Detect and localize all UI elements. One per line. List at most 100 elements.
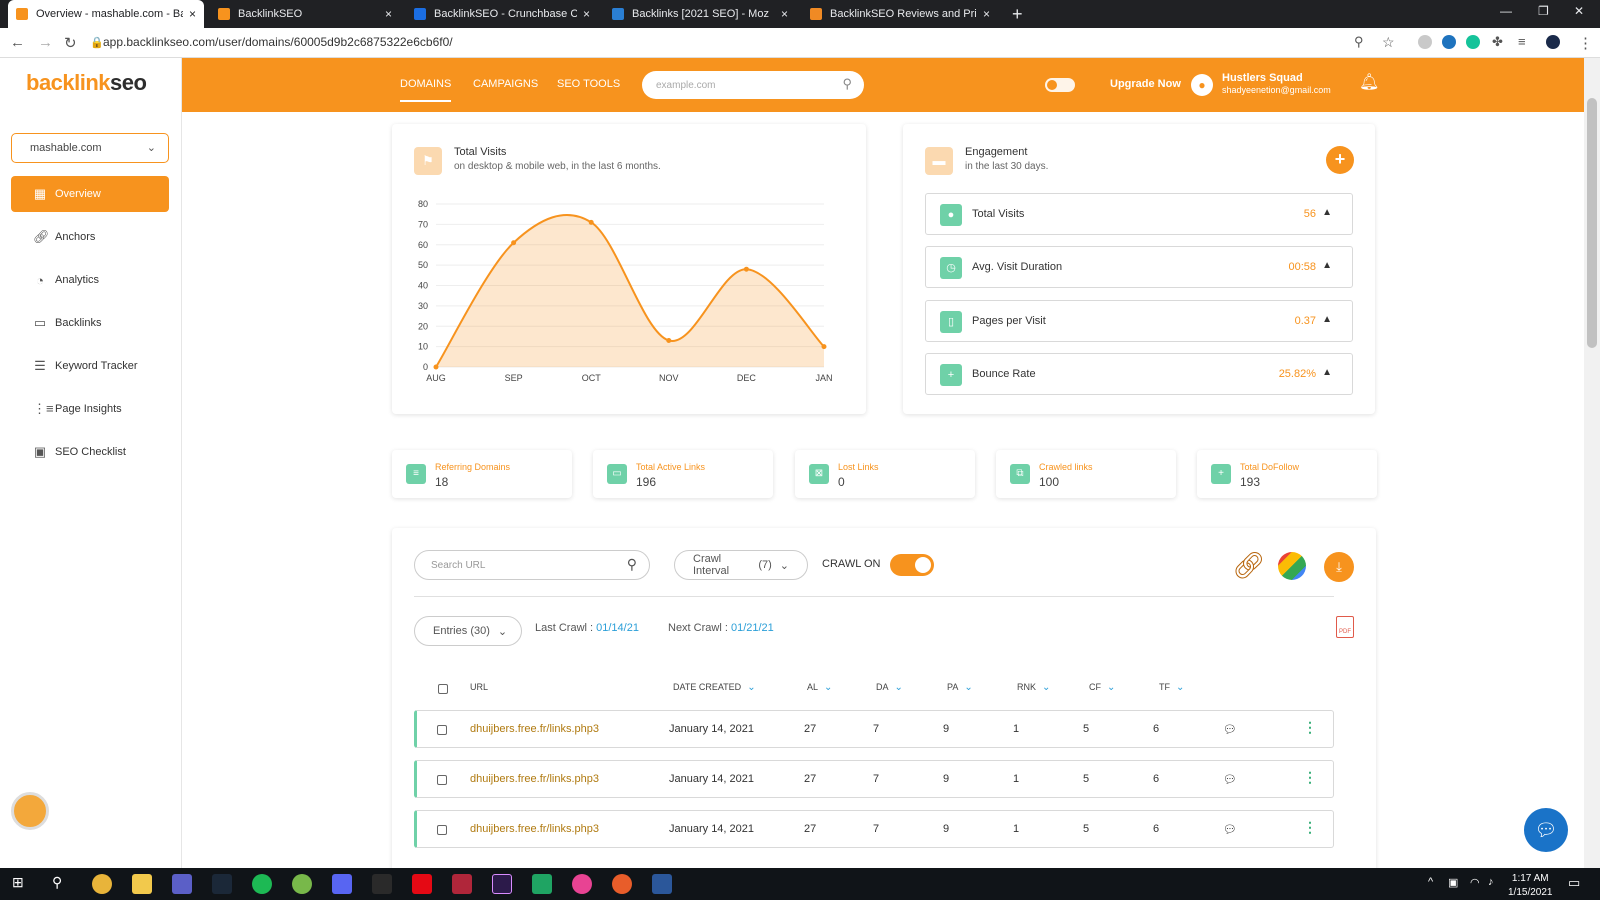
- theme-toggle[interactable]: [1045, 78, 1075, 92]
- steam-icon[interactable]: [212, 874, 232, 894]
- crawl-toggle[interactable]: [890, 554, 934, 576]
- sidebar-item-anchors[interactable]: 🔗︎ Anchors: [11, 219, 169, 255]
- more-options-icon[interactable]: ⋮: [1303, 719, 1317, 736]
- download-icon[interactable]: ⤓: [1324, 552, 1354, 582]
- back-icon[interactable]: ←: [10, 34, 25, 51]
- user-icon[interactable]: ●: [1191, 74, 1213, 96]
- add-icon[interactable]: +: [1326, 146, 1354, 174]
- close-tab-icon[interactable]: ×: [189, 7, 196, 21]
- app-icon[interactable]: [612, 874, 632, 894]
- row-checkbox[interactable]: [437, 725, 447, 735]
- upgrade-now-link[interactable]: Upgrade Now: [1110, 78, 1181, 90]
- col-header-al[interactable]: AL ⌄: [807, 682, 832, 693]
- word-icon[interactable]: [652, 874, 672, 894]
- sidebar-item-seo-checklist[interactable]: ▣ SEO Checklist: [11, 434, 169, 470]
- puzzle-icon[interactable]: ✤: [1492, 34, 1503, 50]
- comment-icon[interactable]: 💬︎: [1223, 723, 1237, 736]
- app-icon[interactable]: [452, 874, 472, 894]
- new-tab-button[interactable]: +: [1012, 4, 1023, 24]
- premiere-icon[interactable]: [492, 874, 512, 894]
- sidebar-item-backlinks[interactable]: ▭ Backlinks: [11, 305, 169, 341]
- netflix-icon[interactable]: [412, 874, 432, 894]
- search-url-input[interactable]: Search URL ⚲: [414, 550, 650, 580]
- col-header-pa[interactable]: PA ⌄: [947, 682, 973, 693]
- nav-domains[interactable]: DOMAINS: [400, 78, 452, 102]
- metric-row-avg-visit-duration[interactable]: ◷ Avg. Visit Duration 00:58 ▲: [925, 246, 1353, 288]
- notification-icon[interactable]: ▭: [1568, 875, 1580, 891]
- bell-icon[interactable]: 🔔︎: [1359, 72, 1379, 92]
- close-tab-icon[interactable]: ×: [781, 7, 788, 21]
- pdf-export-icon[interactable]: PDF: [1336, 616, 1354, 638]
- close-tab-icon[interactable]: ×: [583, 7, 590, 21]
- col-header-da[interactable]: DA ⌄: [876, 682, 903, 693]
- more-options-icon[interactable]: ⋮: [1303, 819, 1317, 836]
- discord-icon[interactable]: [332, 874, 352, 894]
- browser-tab[interactable]: Backlinks [2021 SEO] - Moz ×: [604, 0, 796, 28]
- google-maps-icon[interactable]: [1278, 552, 1306, 580]
- teams-icon[interactable]: [172, 874, 192, 894]
- user-name[interactable]: Hustlers Squad: [1222, 72, 1303, 84]
- wifi-icon[interactable]: ◠: [1470, 876, 1480, 889]
- more-options-icon[interactable]: ⋮: [1303, 769, 1317, 786]
- chat-widget-button[interactable]: 💬︎: [1524, 808, 1568, 852]
- nav-campaigns[interactable]: CAMPAIGNS: [473, 78, 538, 90]
- metric-row-total-visits[interactable]: ● Total Visits 56 ▲: [925, 193, 1353, 235]
- sidebar-item-overview[interactable]: ▦ Overview: [11, 176, 169, 212]
- reload-icon[interactable]: ↻: [64, 34, 77, 52]
- star-icon[interactable]: ☆: [1382, 34, 1395, 51]
- menu-icon[interactable]: ⋮: [1578, 34, 1593, 52]
- row-url-link[interactable]: dhuijbers.free.fr/links.php3: [470, 823, 599, 835]
- metric-row-bounce-rate[interactable]: + Bounce Rate 25.82% ▲: [925, 353, 1353, 395]
- link-icon[interactable]: 🔗︎: [1232, 550, 1265, 581]
- select-all-checkbox[interactable]: [438, 684, 448, 694]
- col-header-rnk[interactable]: RNK ⌄: [1017, 682, 1050, 693]
- sidebar-item-page-insights[interactable]: ⋮≡ Page Insights: [11, 391, 169, 427]
- search-icon[interactable]: ⚲: [52, 874, 62, 891]
- scrollbar-thumb[interactable]: [1587, 98, 1597, 348]
- col-header-date-created[interactable]: DATE CREATED ⌄: [673, 682, 756, 693]
- logo[interactable]: backlinkseo: [26, 70, 147, 96]
- browser-tab[interactable]: BacklinkSEO - Crunchbase Comp ×: [406, 0, 598, 28]
- row-checkbox[interactable]: [437, 825, 447, 835]
- row-url-link[interactable]: dhuijbers.free.fr/links.php3: [470, 773, 599, 785]
- profile-icon[interactable]: [1546, 35, 1560, 49]
- metric-row-pages-per-visit[interactable]: ▯ Pages per Visit 0.37 ▲: [925, 300, 1353, 342]
- browser-tab[interactable]: BacklinkSEO ×: [210, 0, 400, 28]
- sidebar-item-keyword-tracker[interactable]: ☰ Keyword Tracker: [11, 348, 169, 384]
- tray-app-icon[interactable]: ▣: [1448, 876, 1458, 889]
- minimize-icon[interactable]: —: [1500, 4, 1512, 18]
- col-header-url[interactable]: URL: [470, 682, 488, 692]
- extension-icon[interactable]: [1442, 35, 1456, 49]
- domain-search-input[interactable]: example.com ⚲: [642, 71, 864, 99]
- zoom-icon[interactable]: ⚲: [1354, 34, 1364, 50]
- maximize-icon[interactable]: ❐: [1538, 4, 1549, 18]
- search-icon[interactable]: ⚲: [842, 76, 852, 92]
- file-explorer-icon[interactable]: [132, 874, 152, 894]
- volume-icon[interactable]: ♪: [1488, 876, 1494, 888]
- windows-start-icon[interactable]: ⊞: [12, 874, 24, 891]
- extension-icon[interactable]: [1418, 35, 1432, 49]
- row-url-link[interactable]: dhuijbers.free.fr/links.php3: [470, 723, 599, 735]
- taskbar-clock[interactable]: 1:17 AM 1/15/2021: [1508, 872, 1553, 900]
- sidebar-item-analytics[interactable]: ◔ Analytics: [11, 262, 169, 298]
- search-icon[interactable]: ⚲: [627, 556, 637, 573]
- page-scrollbar[interactable]: [1584, 58, 1600, 868]
- entries-select[interactable]: Entries (30) ⌄: [414, 616, 522, 646]
- browser-tab[interactable]: BacklinkSEO Reviews and Pricing ×: [802, 0, 998, 28]
- url-field[interactable]: app.backlinkseo.com/user/domains/60005d9…: [103, 35, 453, 49]
- close-window-icon[interactable]: ✕: [1574, 4, 1584, 18]
- sheets-icon[interactable]: [532, 874, 552, 894]
- col-header-cf[interactable]: CF ⌄: [1089, 682, 1115, 693]
- app-icon[interactable]: [572, 874, 592, 894]
- spotify-icon[interactable]: [252, 874, 272, 894]
- col-header-tf[interactable]: TF ⌄: [1159, 682, 1184, 693]
- utorrent-icon[interactable]: [292, 874, 312, 894]
- chrome-icon[interactable]: [92, 874, 112, 894]
- tray-chevron-icon[interactable]: ^: [1428, 876, 1433, 888]
- close-tab-icon[interactable]: ×: [385, 7, 392, 21]
- comment-icon[interactable]: 💬︎: [1223, 823, 1237, 836]
- reading-list-icon[interactable]: ≡: [1518, 34, 1526, 49]
- row-checkbox[interactable]: [437, 775, 447, 785]
- close-tab-icon[interactable]: ×: [983, 7, 990, 21]
- domain-select[interactable]: mashable.com ⌄: [11, 133, 169, 163]
